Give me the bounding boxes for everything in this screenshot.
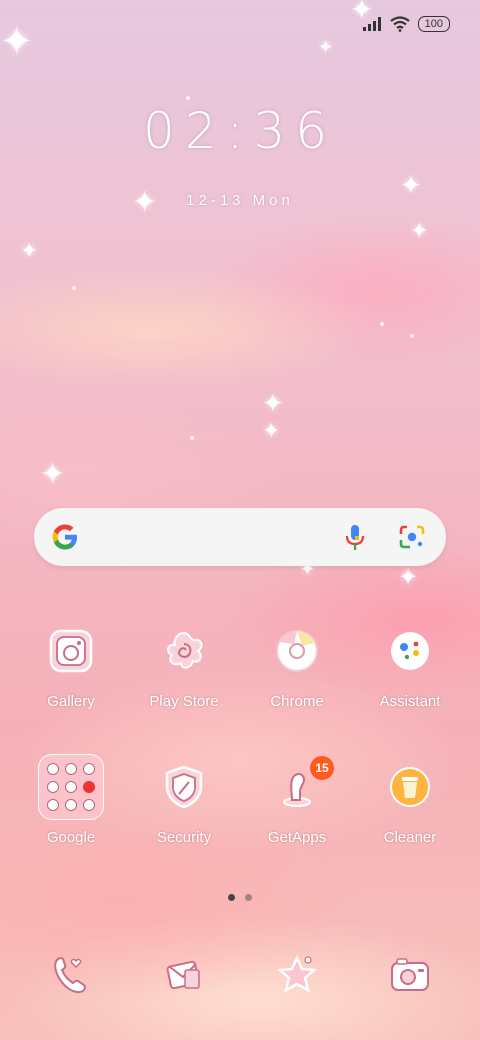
messages-icon bbox=[166, 960, 200, 990]
sparkle-icon: ✦ bbox=[0, 20, 34, 64]
mic-icon[interactable] bbox=[344, 524, 366, 552]
sparkle-dot bbox=[186, 96, 190, 100]
signal-icon bbox=[362, 17, 381, 31]
app-play-store[interactable]: Play Store bbox=[129, 626, 239, 710]
sparkle-dot bbox=[190, 436, 194, 440]
play-store-icon bbox=[167, 631, 203, 669]
dock-themes[interactable] bbox=[242, 950, 352, 1000]
app-label: Cleaner bbox=[383, 829, 437, 846]
wifi-icon bbox=[389, 16, 410, 32]
app-getapps[interactable]: 15 GetApps bbox=[242, 756, 352, 846]
page-dot[interactable] bbox=[245, 894, 252, 901]
notification-badge: 15 bbox=[310, 756, 334, 780]
google-g-icon bbox=[52, 524, 77, 550]
lens-icon[interactable] bbox=[398, 524, 426, 550]
app-label: Assistant bbox=[379, 693, 441, 710]
themes-icon bbox=[276, 954, 318, 993]
battery-indicator: 100 bbox=[417, 16, 450, 32]
app-cleaner[interactable]: Cleaner bbox=[355, 762, 465, 846]
app-security[interactable]: Security bbox=[129, 762, 239, 846]
sparkle-dot bbox=[410, 334, 414, 338]
app-label: Play Store bbox=[149, 693, 219, 710]
google-search-bar[interactable] bbox=[34, 508, 446, 566]
app-gallery[interactable]: Gallery bbox=[16, 626, 126, 710]
status-bar: 100 bbox=[362, 16, 450, 32]
dock-messages[interactable] bbox=[129, 950, 239, 1000]
security-icon bbox=[165, 765, 203, 809]
sparkle-icon: ✦ bbox=[398, 564, 419, 591]
app-assistant[interactable]: Assistant bbox=[355, 626, 465, 710]
dock-camera[interactable] bbox=[355, 950, 465, 1000]
clock-date[interactable]: 12-13 Mon bbox=[0, 192, 480, 209]
camera-icon bbox=[391, 958, 429, 991]
app-label: Chrome bbox=[270, 693, 324, 710]
sparkle-icon: ✦ bbox=[410, 218, 429, 243]
app-label: Google bbox=[46, 829, 96, 846]
sparkle-dot bbox=[380, 322, 384, 326]
phone-icon bbox=[54, 956, 86, 994]
sparkle-dot bbox=[72, 286, 76, 290]
sparkle-icon: ✦ bbox=[20, 238, 39, 263]
page-dot-active[interactable] bbox=[228, 894, 235, 901]
gallery-icon bbox=[49, 629, 93, 673]
app-chrome[interactable]: Chrome bbox=[242, 626, 352, 710]
chrome-icon bbox=[276, 630, 318, 672]
cleaner-icon bbox=[390, 767, 430, 807]
sparkle-icon: ✦ bbox=[40, 458, 66, 491]
folder-google[interactable]: Google bbox=[16, 754, 126, 846]
sparkle-icon: ✦ bbox=[262, 418, 281, 443]
sparkle-icon: ✦ bbox=[318, 37, 334, 57]
app-label: Security bbox=[156, 829, 212, 846]
dock-phone[interactable] bbox=[16, 950, 126, 1000]
sparkle-icon: ✦ bbox=[262, 388, 284, 418]
app-label: GetApps bbox=[267, 829, 327, 846]
app-label: Gallery bbox=[47, 693, 95, 710]
page-indicator[interactable] bbox=[0, 894, 480, 901]
assistant-icon bbox=[391, 632, 429, 670]
clock-time[interactable]: 02:36 bbox=[0, 102, 480, 160]
google-folder-icon bbox=[38, 754, 104, 820]
